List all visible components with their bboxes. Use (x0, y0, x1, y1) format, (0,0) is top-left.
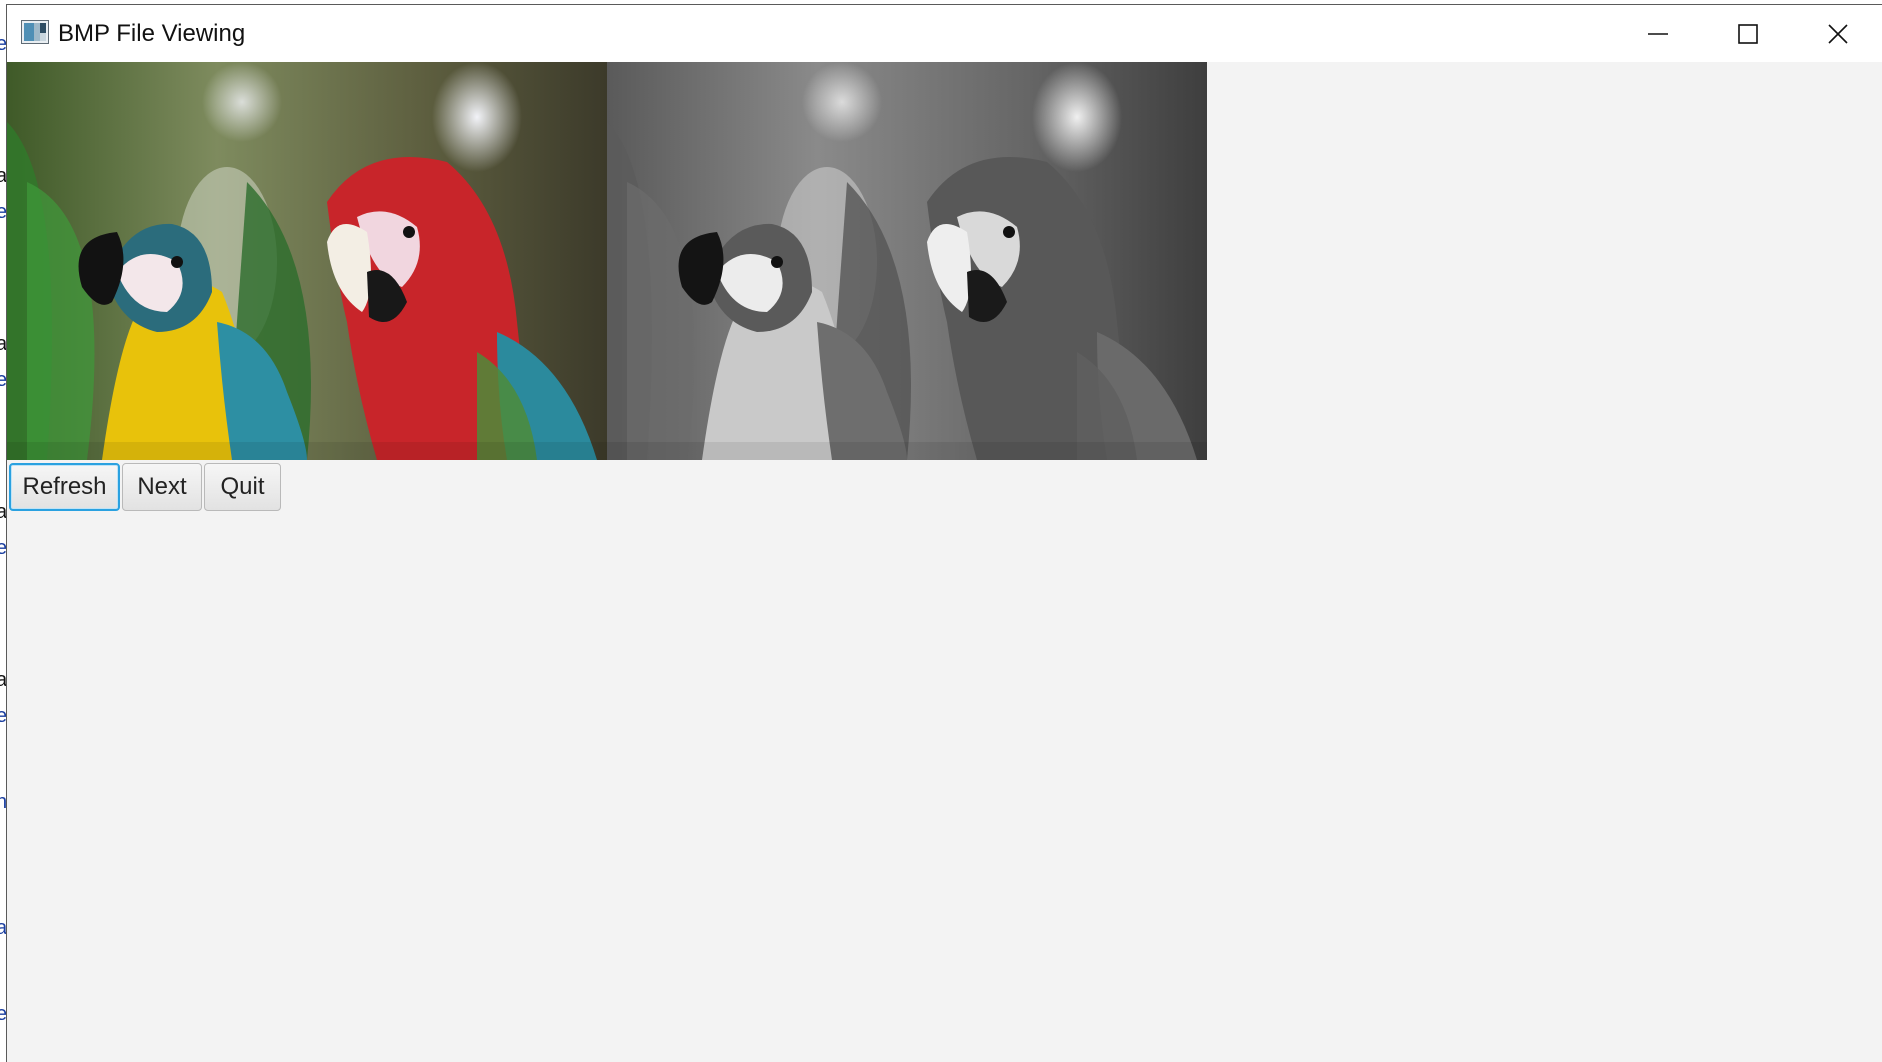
grayscale-image (607, 62, 1207, 460)
refresh-button[interactable]: Refresh (9, 463, 120, 511)
maximize-icon (1738, 23, 1758, 44)
minimize-button[interactable] (1613, 5, 1703, 62)
color-image (7, 62, 607, 460)
close-icon (1828, 23, 1848, 44)
minimize-icon (1648, 32, 1668, 35)
maximize-button[interactable] (1703, 5, 1793, 62)
close-button[interactable] (1793, 5, 1882, 62)
next-button[interactable]: Next (122, 463, 202, 511)
button-row: Refresh Next Quit (9, 463, 281, 513)
window-title: BMP File Viewing (58, 20, 246, 47)
image-display-area (7, 62, 1207, 460)
app-image-icon (21, 20, 49, 44)
quit-button[interactable]: Quit (204, 463, 281, 511)
app-window: BMP File Viewing Refresh Next Quit (6, 4, 1882, 1062)
title-bar[interactable]: BMP File Viewing (7, 5, 1882, 62)
